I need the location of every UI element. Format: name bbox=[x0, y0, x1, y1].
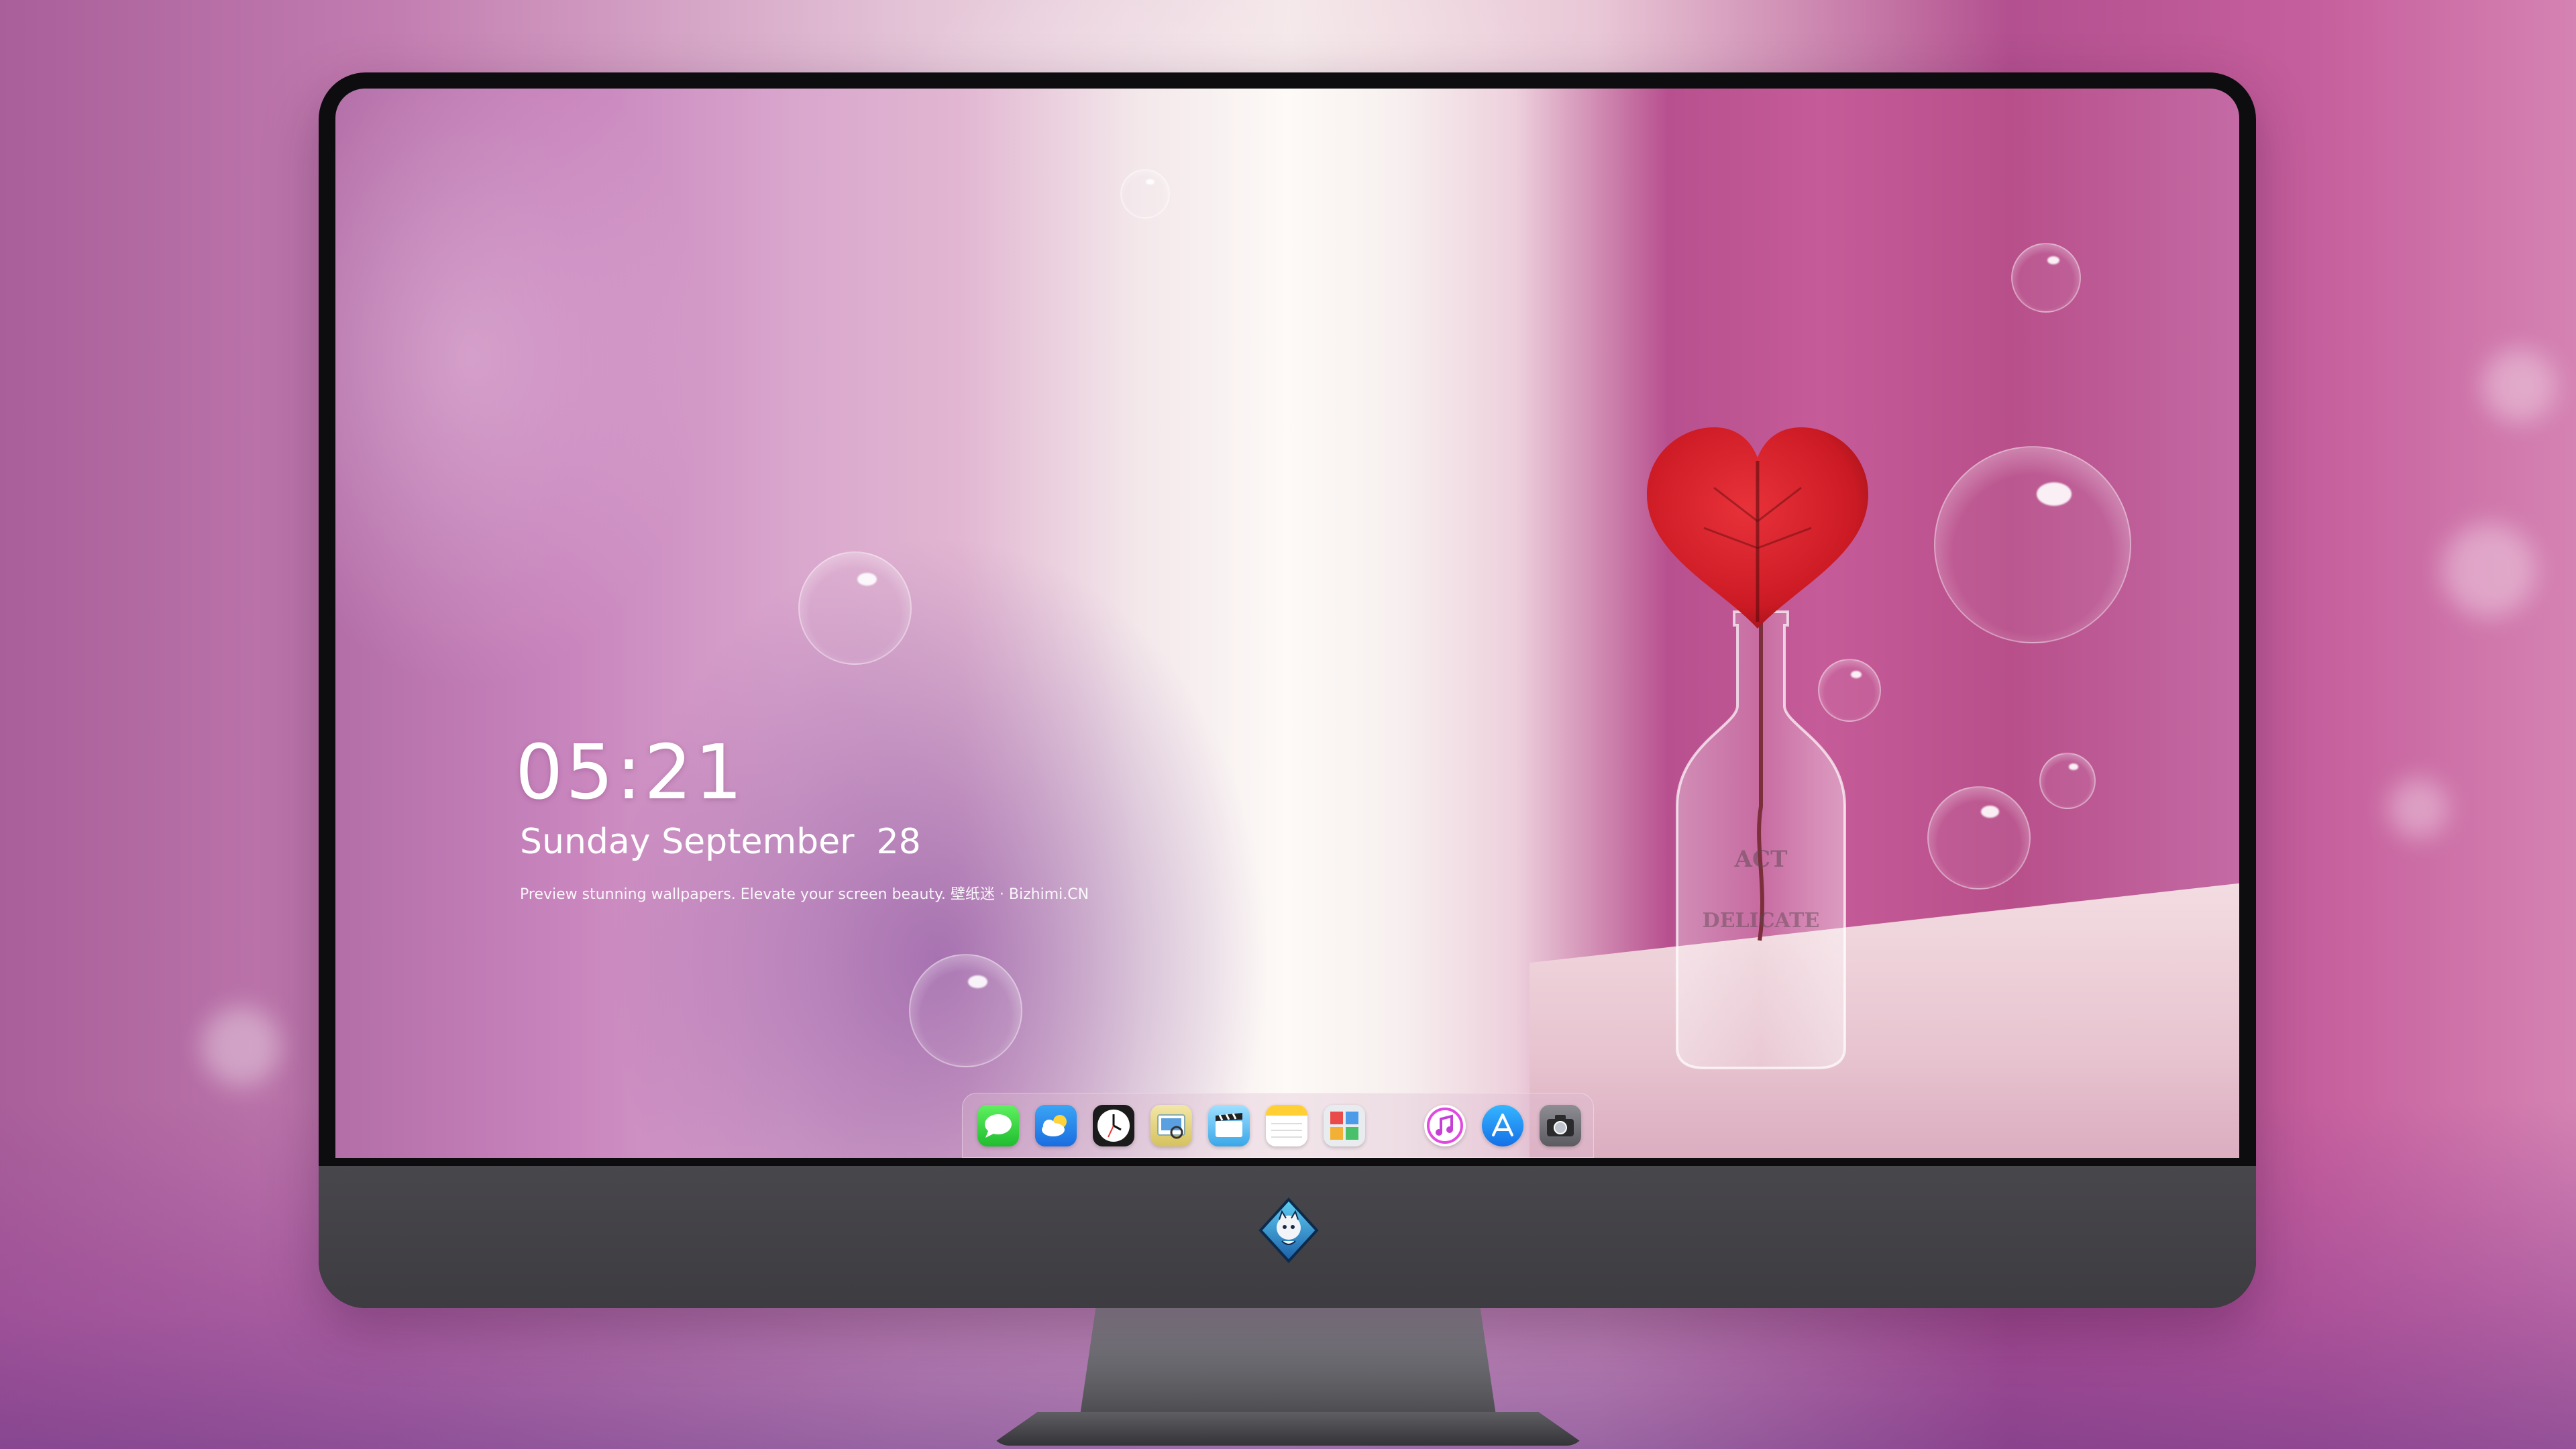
soap-bubble bbox=[1818, 659, 1881, 722]
soap-bubble bbox=[2039, 753, 2096, 809]
desktop-screen[interactable]: ACT DELICATE 05:21 Sunday September 28 P… bbox=[335, 89, 2239, 1158]
bokeh-light bbox=[2482, 349, 2556, 423]
svg-text:DELICATE: DELICATE bbox=[1703, 909, 1820, 932]
preview-icon[interactable] bbox=[1150, 1104, 1192, 1146]
dock bbox=[962, 1093, 1594, 1158]
monitor-chin bbox=[319, 1166, 2256, 1308]
soap-bubble bbox=[798, 551, 912, 665]
lock-clock: 05:21 bbox=[515, 729, 745, 816]
soap-bubble bbox=[1927, 786, 2031, 890]
weather-icon[interactable] bbox=[1035, 1104, 1077, 1146]
camera-icon[interactable] bbox=[1540, 1104, 1581, 1146]
bokeh-light bbox=[2388, 778, 2449, 839]
app-store-icon[interactable] bbox=[1482, 1104, 1523, 1146]
soap-bubble bbox=[909, 954, 1022, 1067]
notes-icon[interactable] bbox=[1266, 1104, 1307, 1146]
clock-icon[interactable] bbox=[1093, 1104, 1134, 1146]
svg-text:ACT: ACT bbox=[1734, 846, 1788, 873]
wallpaper-tagline: Preview stunning wallpapers. Elevate you… bbox=[520, 886, 1089, 903]
soap-bubble bbox=[2011, 243, 2081, 313]
monitor-stand-neck bbox=[1080, 1301, 1496, 1415]
brand-logo-icon bbox=[1258, 1197, 1319, 1263]
photo-grid-icon[interactable] bbox=[1324, 1104, 1365, 1146]
red-heart-leaf-icon bbox=[1647, 427, 1868, 629]
monitor-stand-base bbox=[989, 1412, 1587, 1446]
clips-icon[interactable] bbox=[1208, 1104, 1250, 1146]
bokeh-light bbox=[2442, 523, 2536, 617]
monitor-bezel: ACT DELICATE 05:21 Sunday September 28 P… bbox=[319, 72, 2256, 1308]
music-note-icon[interactable] bbox=[1424, 1104, 1466, 1146]
lock-date: Sunday September 28 bbox=[520, 822, 921, 862]
wallpaper-table bbox=[1529, 880, 2239, 1158]
soap-bubble bbox=[1120, 169, 1170, 219]
bokeh-light bbox=[201, 1006, 282, 1087]
soap-bubble bbox=[1934, 446, 2131, 643]
messages-icon[interactable] bbox=[977, 1104, 1019, 1146]
